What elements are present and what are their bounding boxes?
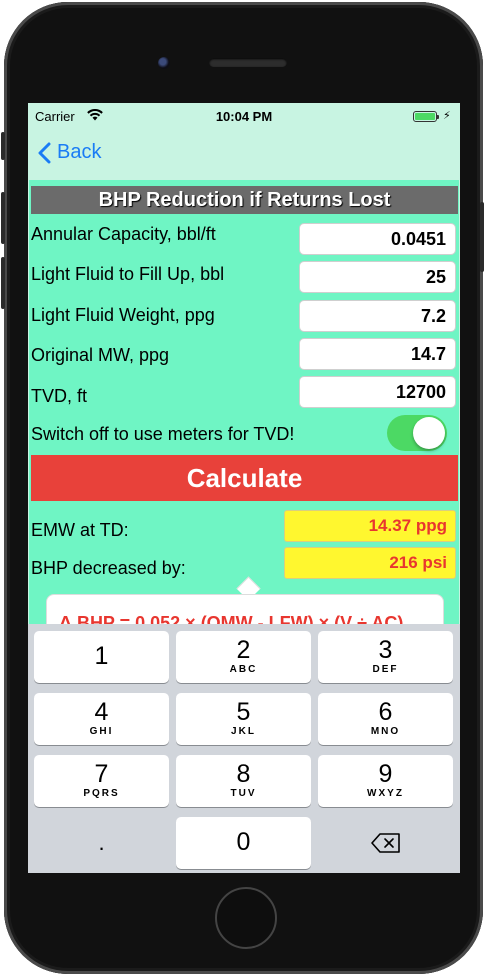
key-3[interactable]: 3 DEF [318,631,453,683]
back-label: Back [57,141,102,163]
key-digit: 8 [236,760,251,788]
home-button[interactable] [215,887,277,949]
back-button[interactable]: Back [37,141,101,164]
light-fluid-volume-label: Light Fluid to Fill Up, bbl [31,264,225,284]
screen: Carrier 10:04 PM ⚡ Back BHP Reduction if… [28,103,460,873]
key-letters: TUV [230,788,257,799]
annular-capacity-input[interactable]: 0.0451 [299,223,456,255]
key-letters: ABC [229,664,258,675]
key-digit: 0 [236,828,251,856]
key-1[interactable]: 1 [34,631,169,683]
bhp-decrease-label: BHP decreased by: [31,558,186,578]
toggle-knob [413,417,445,449]
status-bar: Carrier 10:04 PM ⚡ [28,103,460,129]
key-digit: 1 [94,642,109,670]
key-7[interactable]: 7 PQRS [34,755,169,807]
key-digit: 9 [378,760,393,788]
light-fluid-weight-label: Light Fluid Weight, ppg [31,305,215,325]
charging-bolt-icon: ⚡ [443,110,451,122]
mute-switch [1,132,5,160]
volume-down-button [1,257,5,309]
key-digit: . [98,830,105,855]
delete-key[interactable] [318,817,453,869]
key-letters: JKL [231,726,256,737]
key-digit: 4 [94,698,109,726]
key-5[interactable]: 5 JKL [176,693,311,745]
volume-up-button [1,192,5,244]
key-letters: DEF [372,664,399,675]
annular-capacity-label: Annular Capacity, bbl/ft [31,224,216,244]
tvd-input[interactable]: 12700 [299,376,456,408]
battery-icon [413,111,439,122]
page-title: BHP Reduction if Returns Lost [31,186,458,214]
key-letters: PQRS [83,788,120,799]
key-4[interactable]: 4 GHI [34,693,169,745]
key-letters: WXYZ [367,788,404,799]
navigation-bar: Back [28,129,460,179]
calculate-button[interactable]: Calculate [31,455,458,501]
key-digit: 5 [236,698,251,726]
emw-label: EMW at TD: [31,520,129,540]
original-mw-label: Original MW, ppg [31,345,170,365]
key-digit: 2 [236,636,251,664]
key-digit: 7 [94,760,109,788]
clock: 10:04 PM [215,109,273,124]
front-camera [158,57,170,69]
key-0[interactable]: 0 [176,817,311,869]
key-9[interactable]: 9 WXYZ [318,755,453,807]
key-2[interactable]: 2 ABC [176,631,311,683]
numeric-keypad: 1 2 ABC 3 DEF 4 GHI 5 JKL 6 MNO 7 PQRS 8… [28,624,460,873]
earpiece-speaker [209,58,287,67]
tvd-label: TVD, ft [31,386,88,406]
bhp-decrease-result: 216 psi [284,547,456,579]
key-8[interactable]: 8 TUV [176,755,311,807]
chevron-left-icon [38,142,51,163]
delete-backspace-icon [371,833,400,853]
units-toggle[interactable] [387,415,447,451]
key-letters: GHI [89,726,114,737]
key-digit: 6 [378,698,393,726]
units-switch-label: Switch off to use meters for TVD! [31,424,295,444]
key-letters: MNO [370,726,401,737]
key-6[interactable]: 6 MNO [318,693,453,745]
power-button [480,202,484,272]
emw-result: 14.37 ppg [284,510,456,542]
light-fluid-weight-input[interactable]: 7.2 [299,300,456,332]
key-decimal-point[interactable]: . [34,817,169,869]
original-mw-input[interactable]: 14.7 [299,338,456,370]
light-fluid-volume-input[interactable]: 25 [299,261,456,293]
key-digit: 3 [378,636,393,664]
